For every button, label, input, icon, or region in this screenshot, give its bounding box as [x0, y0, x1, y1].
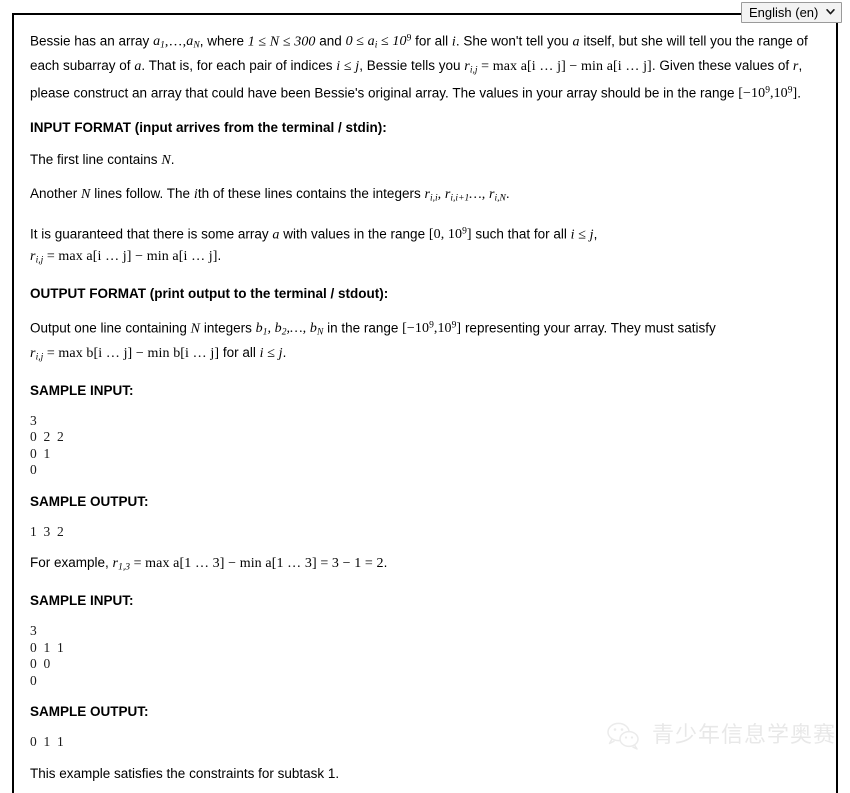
math-i-le-j: i ≤ j — [336, 59, 360, 75]
intro-text-4: and — [315, 33, 346, 49]
math-a-1: a — [572, 34, 580, 50]
math-out-range: [−109,109] — [402, 320, 462, 337]
language-selector-wrapper[interactable]: English (en) — [741, 2, 842, 23]
sample-input-block-2: 3 0 1 1 0 0 0 — [30, 623, 64, 688]
intro-text-6: . She won't tell you — [455, 33, 573, 49]
math-ellipsis: ,…, — [164, 34, 187, 50]
intro-text-8: . That is, for each pair of indices — [141, 58, 337, 74]
input-paragraph-1: The first line contains N. — [30, 151, 175, 168]
intro-text-12: . — [797, 85, 802, 101]
math-value-range: [−109,109] — [738, 86, 798, 102]
math-ai-range: 0 ≤ ai ≤ 109 — [345, 34, 412, 51]
math-aN: aN — [186, 34, 200, 51]
problem-statement-box: Bessie has an array a1,…,aN, where 1 ≤ N… — [12, 13, 838, 793]
math-n-range: 1 ≤ N ≤ 300 — [247, 34, 316, 50]
sample-output-heading-2: SAMPLE OUTPUT: — [30, 704, 149, 720]
intro-text-3: , where — [199, 33, 248, 49]
math-i-le-j-2: i ≤ j — [570, 227, 594, 243]
sample-explanation-1: For example, r1,3 = max a[1 … 3] − min a… — [30, 555, 388, 573]
math-r13: r1,3 = max a[1 … 3] − min a[1 … 3] = 3 −… — [112, 556, 384, 573]
input-format-heading: INPUT FORMAT (input arrives from the ter… — [30, 119, 387, 135]
sample-output-block-1: 1 3 2 — [30, 523, 64, 539]
math-N-out: N — [190, 321, 201, 337]
problem-intro-paragraph: Bessie has an array a1,…,aN, where 1 ≤ N… — [30, 29, 820, 105]
sample-output-block-2: 0 1 1 — [30, 734, 64, 750]
sample-input-heading-1: SAMPLE INPUT: — [30, 382, 134, 398]
math-rij-def: ri,j = max a[i … j] − min a[i … j] — [464, 59, 652, 76]
sample-input-heading-2: SAMPLE INPUT: — [30, 593, 134, 609]
output-format-heading: OUTPUT FORMAT (print output to the termi… — [30, 285, 389, 301]
sample-input-block-1: 3 0 2 2 0 1 0 — [30, 412, 64, 478]
math-N-lines: N — [81, 187, 91, 203]
intro-text-1: Bessie has an array — [30, 33, 154, 49]
intro-text-10: . Given these values of — [651, 58, 793, 74]
math-a1: a1 — [153, 34, 165, 51]
sample-output-heading-1: SAMPLE OUTPUT: — [30, 493, 149, 509]
math-N: N — [161, 152, 171, 168]
output-paragraph: Output one line containing N integers b1… — [30, 320, 716, 363]
intro-text-9: , Bessie tells you — [359, 58, 465, 74]
math-rij-eq: ri,j = max a[i … j] − min a[i … j] — [30, 248, 218, 266]
intro-text-5: for all — [411, 33, 452, 49]
math-range-0-1e9: [0, 109] — [428, 227, 472, 243]
input-paragraph-3: It is guaranteed that there is some arra… — [30, 226, 598, 266]
math-rii: ri,i, ri,i+1…, ri,N — [424, 187, 506, 204]
language-select[interactable]: English (en) — [741, 2, 842, 23]
math-b-seq: b1, b2,…, bN — [255, 321, 324, 338]
math-rij-b: ri,j = max b[i … j] − min b[i … j] — [30, 345, 220, 363]
math-i-le-j-3: i ≤ j — [259, 345, 283, 361]
subtask-note: This example satisfies the constraints f… — [30, 765, 340, 781]
input-paragraph-2: Another N lines follow. The ith of these… — [30, 186, 510, 204]
